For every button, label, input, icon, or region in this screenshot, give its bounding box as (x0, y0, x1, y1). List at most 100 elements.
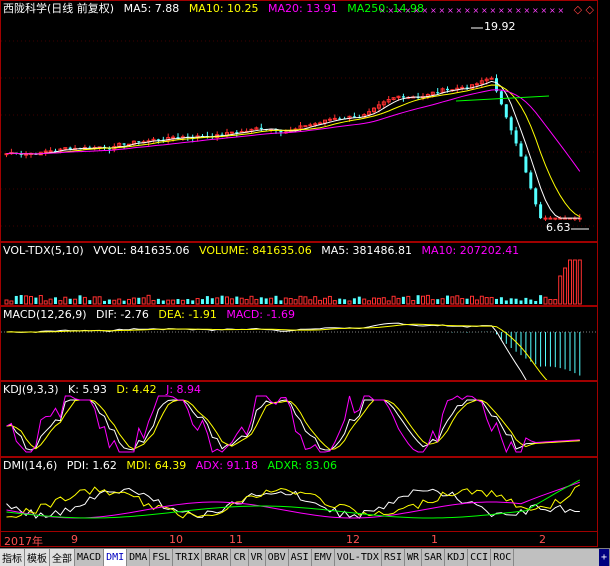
volume-bar (180, 299, 185, 305)
volume-bar (332, 300, 337, 305)
volume-value: VOLUME: 841635.06 (199, 244, 312, 257)
signal-marker: × (507, 6, 514, 15)
candle-body (401, 96, 405, 98)
signal-marker: × (515, 6, 522, 15)
tab-dma[interactable]: DMA (127, 549, 151, 566)
tab-more[interactable]: + (598, 549, 610, 566)
tab-macd[interactable]: MACD (75, 549, 105, 566)
volume-bar (131, 297, 136, 305)
volume-bar (63, 296, 68, 305)
tab-roc[interactable]: ROC (491, 549, 515, 566)
k-value: K: 5.93 (68, 383, 107, 396)
signal-marker: × (532, 6, 539, 15)
tab-fsl[interactable]: FSL (150, 549, 174, 566)
volume-bar (460, 298, 465, 305)
volume-bar (352, 298, 356, 304)
candle-body (156, 139, 160, 141)
tab-vr[interactable]: VR (249, 549, 266, 566)
volume-bar (210, 298, 214, 304)
volume-bar (347, 300, 352, 305)
tab-wr[interactable]: WR (405, 549, 423, 566)
candle-body (499, 91, 503, 105)
volume-bar (411, 299, 416, 305)
tab-cr[interactable]: CR (231, 549, 249, 566)
candle-body (524, 156, 528, 173)
macd-value: MACD: -1.69 (226, 308, 295, 321)
volume-bar (430, 299, 435, 305)
candle-body (489, 77, 494, 80)
adx-line (6, 481, 580, 519)
volume-bar (29, 295, 33, 305)
volume-bar (504, 300, 508, 304)
volume-bar (73, 298, 78, 305)
vol-ma10-value: MA10: 207202.41 (421, 244, 520, 257)
tab-template[interactable]: 模板 (25, 549, 50, 566)
mdi-line (6, 484, 581, 519)
volume-bar (440, 298, 445, 305)
tab-all[interactable]: 全部 (50, 549, 75, 566)
volume-bar (9, 300, 14, 305)
candle-body (352, 116, 356, 118)
candle-body (504, 104, 508, 118)
signal-marker: × (473, 6, 480, 15)
candle-body (279, 130, 283, 133)
candle-body (318, 122, 323, 125)
volume-bar (78, 295, 82, 304)
tab-dmi[interactable]: DMI (104, 549, 128, 566)
volume-panel[interactable]: VOL-TDX(5,10) VVOL: 841635.06 VOLUME: 84… (0, 242, 598, 306)
tab-indicator[interactable]: 指标 (0, 549, 25, 566)
kdj-header: KDJ(9,3,3) K: 5.93 D: 4.42 J: 8.94 (3, 383, 207, 396)
price-panel[interactable]: × × × × × × × × × × × × × × × × × × × × × × 西陇科学(日线 前复权) MA5:… (0, 0, 598, 242)
tab-kdj[interactable]: KDJ (445, 549, 469, 566)
tab-cci[interactable]: CCI (468, 549, 492, 566)
candle-body (548, 217, 553, 220)
volume-bar (372, 297, 376, 305)
candlestick-chart[interactable]: × × × × × × × × × × × × × × × × × × × × × × (1, 1, 597, 241)
j-value: J: 8.94 (166, 383, 202, 396)
volume-bar (313, 296, 318, 305)
volume-bar (279, 300, 283, 304)
volume-bar (146, 294, 151, 305)
adxr-line (6, 479, 581, 519)
tab-vol-tdx[interactable]: VOL-TDX (335, 549, 382, 566)
diamond-icon[interactable]: ◇ ◇ (574, 3, 594, 16)
candle-body (529, 172, 533, 189)
signal-marker: × (439, 6, 446, 15)
volume-bar (293, 299, 298, 305)
right-scroll-strip[interactable] (598, 0, 610, 548)
candle-body (48, 150, 53, 153)
tab-brar[interactable]: BRAR (202, 549, 232, 566)
volume-bar (421, 295, 425, 305)
signal-marker: × (498, 6, 505, 15)
dea-value: DEA: -1.91 (158, 308, 217, 321)
candle-body (303, 125, 308, 128)
tab-sar[interactable]: SAR (422, 549, 446, 566)
volume-bar (43, 300, 48, 305)
axis-label-year: 2017年 (4, 535, 43, 548)
candle-body (122, 143, 126, 145)
tab-trix[interactable]: TRIX (173, 549, 203, 566)
volume-bar (254, 298, 259, 305)
axis-label-jan: 1 (431, 533, 438, 546)
volume-bar (362, 298, 367, 305)
kdj-panel[interactable]: KDJ(9,3,3) K: 5.93 D: 4.42 J: 8.94 (0, 381, 598, 457)
volume-bar (201, 299, 204, 304)
tab-emv[interactable]: EMV (312, 549, 335, 566)
volume-bar (318, 299, 323, 305)
volume-bar (450, 296, 455, 305)
candle-body (332, 117, 337, 120)
tab-asi[interactable]: ASI (289, 549, 312, 566)
d-line (6, 399, 580, 450)
signal-marker: × (464, 6, 471, 15)
volume-bar (215, 297, 220, 305)
candle-body (519, 143, 523, 157)
macd-panel[interactable]: MACD(12,26,9) DIF: -2.76 DEA: -1.91 MACD… (0, 306, 598, 381)
volume-bar (166, 299, 171, 305)
signal-marker: × (558, 6, 565, 15)
volume-bar (54, 297, 57, 304)
volume-bar (141, 297, 146, 305)
volume-bar (425, 294, 430, 305)
dmi-panel[interactable]: DMI(14,6) PDI: 1.62 MDI: 64.39 ADX: 91.1… (0, 457, 598, 532)
tab-rsi[interactable]: RSI (382, 549, 405, 566)
tab-obv[interactable]: OBV (266, 549, 289, 566)
